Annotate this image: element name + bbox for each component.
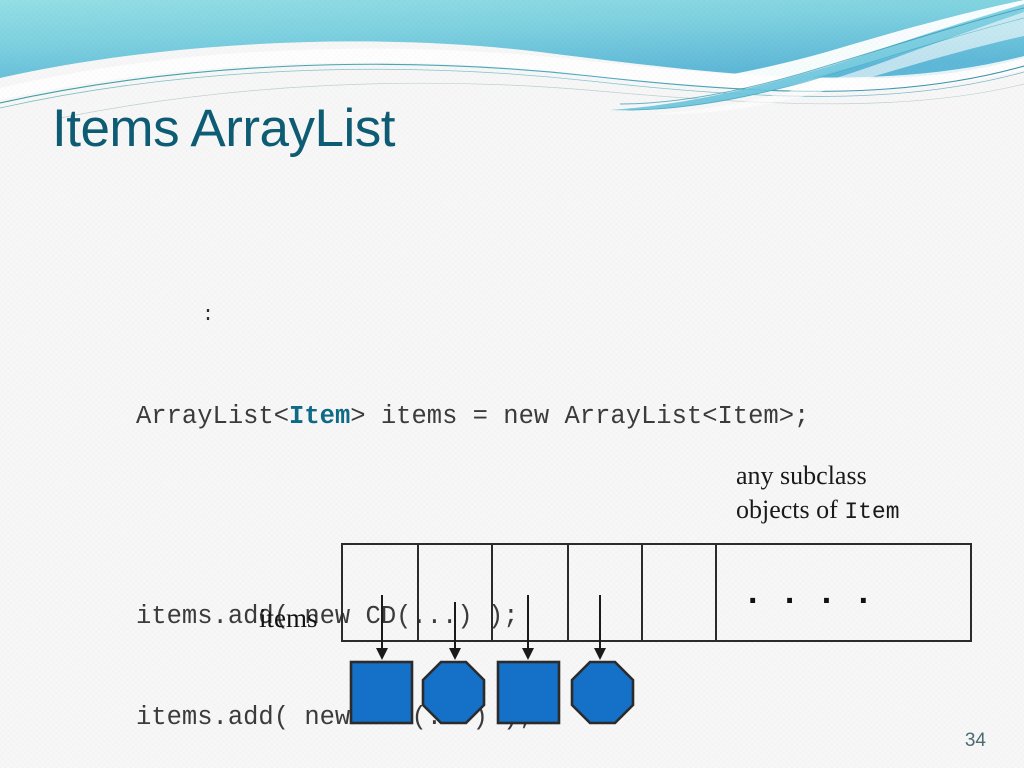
code-decl-after: > items = new ArrayList<Item>; (350, 401, 810, 431)
pointer-arrows (376, 595, 606, 660)
object-shape-octagon (570, 660, 635, 725)
annotation-line-2-prefix: objects of (736, 495, 845, 524)
slide-canvas: Items ArrayList : ArrayList<Item> items … (0, 0, 1024, 768)
object-shape-octagon (421, 660, 486, 725)
array-label-items: items (259, 603, 318, 633)
annotation-line-1: any subclass (736, 461, 867, 490)
page-title: Items ArrayList (52, 99, 395, 158)
object-shape-rectangle (349, 660, 414, 725)
page-number: 34 (964, 730, 986, 751)
annotation-line-2: objects of Item (736, 493, 900, 529)
code-type-parameter: Item (289, 401, 351, 431)
object-shape-rectangle (496, 660, 561, 725)
code-ellipsis-top: : (202, 304, 215, 327)
annotation-item-type: Item (844, 499, 900, 525)
code-decl-before: ArrayList< (136, 401, 290, 431)
code-line-declaration: ArrayList<Item> items = new ArrayList<It… (136, 400, 809, 434)
annotation-any-subclass: any subclass objects of Item (736, 459, 900, 529)
